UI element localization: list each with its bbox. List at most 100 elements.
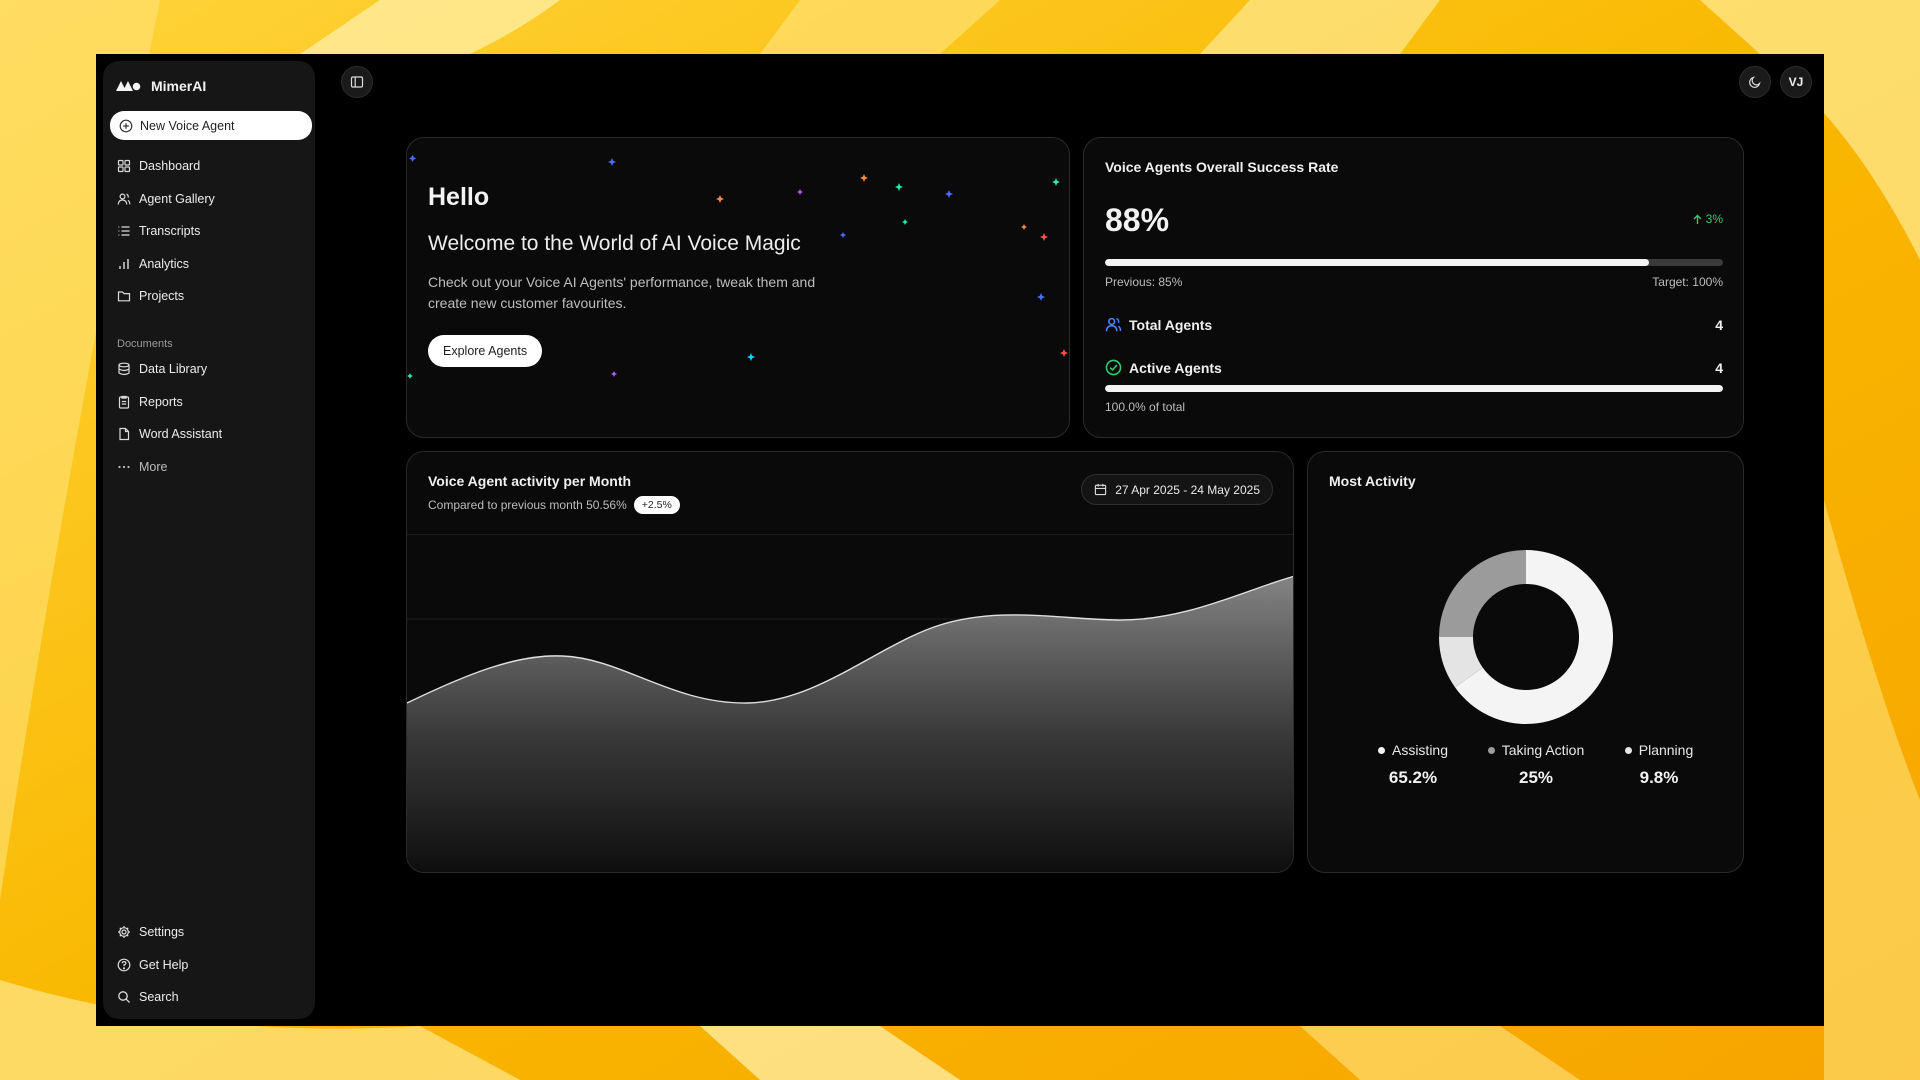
footer-nav: Settings Get Help Search — [111, 916, 311, 1014]
file-icon — [119, 428, 130, 441]
gear-icon — [118, 926, 130, 939]
legend-item-assisting: Assisting 65.2% — [1348, 742, 1478, 788]
sidebar-item-label: Settings — [139, 925, 185, 940]
active-agents-note: 100.0% of total — [1105, 400, 1186, 414]
documents-section-label: Documents — [117, 338, 173, 350]
help-icon — [117, 958, 131, 972]
legend-value: 25% — [1518, 768, 1554, 787]
activity-title: Voice Agent activity per Month — [428, 473, 632, 489]
users-icon — [117, 193, 131, 205]
activity-area — [407, 576, 1293, 872]
sidebar-item-label: Word Assistant — [139, 427, 223, 442]
sidebar-item-get-help[interactable]: Get Help — [111, 949, 311, 982]
total-agents-label: Total Agents — [1129, 316, 1213, 333]
success-rate-change: 3% — [1692, 212, 1723, 226]
most-activity-card: Most Activity Assisting 65.2% Taking Act… — [1307, 451, 1744, 873]
active-agents-progress-fill — [1105, 385, 1723, 392]
database-icon — [118, 362, 130, 376]
date-range-text: 27 Apr 2025 - 24 May 2025 — [1115, 482, 1260, 497]
success-rate-progress-fill — [1105, 259, 1649, 266]
sidebar-item-agent-gallery[interactable]: Agent Gallery — [111, 183, 311, 216]
hello-card: Hello Welcome to the World of AI Voice M… — [406, 137, 1070, 438]
success-rate-previous: Previous: 85% — [1105, 275, 1183, 289]
success-rate-card: Voice Agents Overall Success Rate 88% 3%… — [1083, 137, 1744, 438]
sidebar-item-reports[interactable]: Reports — [111, 386, 311, 419]
documents-nav: Data Library Reports Word Assistant More — [111, 353, 311, 483]
app-window: MimerAI New Voice Agent Dashboard Agent … — [96, 54, 1824, 1026]
sidebar-item-more[interactable]: More — [111, 451, 311, 484]
calendar-icon — [1095, 483, 1107, 496]
folder-icon — [117, 291, 131, 302]
sidebar-item-transcripts[interactable]: Transcripts — [111, 215, 311, 248]
clipboard-icon — [118, 395, 130, 409]
user-avatar[interactable]: VJ — [1780, 66, 1812, 98]
most-activity-title: Most Activity — [1329, 473, 1416, 489]
hello-description: Check out your Voice AI Agents' performa… — [428, 274, 816, 311]
sidebar-item-label: Analytics — [139, 256, 190, 271]
success-rate-change-value: 3% — [1705, 212, 1723, 226]
total-agents-row: Total Agents 4 — [1105, 316, 1723, 333]
success-rate-title: Voice Agents Overall Success Rate — [1105, 159, 1339, 175]
success-rate-value: 88% — [1105, 202, 1170, 238]
bar-chart-icon — [119, 258, 129, 269]
sidebar-item-word-assistant[interactable]: Word Assistant — [111, 418, 311, 451]
legend-value: 65.2% — [1388, 768, 1438, 787]
sidebar-toggle-button[interactable] — [341, 66, 373, 98]
check-circle-icon — [1105, 359, 1122, 376]
legend-item-taking-action: Taking Action 25% — [1471, 742, 1601, 788]
moon-icon — [1749, 76, 1761, 88]
sidebar-item-label: Get Help — [139, 957, 189, 972]
legend-dot — [1487, 746, 1495, 754]
sidebar-item-label: Reports — [139, 394, 183, 409]
total-agents-value: 4 — [1715, 316, 1723, 333]
active-agents-progress — [1105, 385, 1723, 392]
users-icon — [1105, 317, 1122, 332]
primary-nav: Dashboard Agent Gallery Transcripts Anal… — [111, 150, 311, 313]
legend-label: Taking Action — [1501, 742, 1585, 758]
sidebar-item-data-library[interactable]: Data Library — [111, 353, 311, 386]
active-agents-row: Active Agents 4 — [1105, 359, 1723, 376]
activity-comparison: Compared to previous month 50.56% +2.5% — [428, 496, 680, 514]
sidebar: MimerAI New Voice Agent Dashboard Agent … — [103, 61, 315, 1019]
arrow-up-icon — [1693, 214, 1702, 224]
activity-comparison-text: Compared to previous month 50.56% — [428, 498, 627, 512]
grid-icon — [117, 160, 131, 173]
hello-subtitle: Welcome to the World of AI Voice Magic — [428, 232, 801, 255]
active-agents-value: 4 — [1715, 359, 1723, 376]
activity-change-badge: +2.5% — [633, 496, 680, 514]
sidebar-item-label: Projects — [139, 289, 185, 304]
success-rate-progress — [1105, 259, 1723, 266]
panel-left-icon — [350, 76, 364, 88]
legend-label: Assisting — [1391, 742, 1449, 758]
new-voice-agent-label: New Voice Agent — [140, 118, 235, 133]
legend-label: Planning — [1638, 742, 1694, 758]
list-icon — [118, 226, 130, 236]
sidebar-item-projects[interactable]: Projects — [111, 280, 311, 313]
sidebar-item-label: Search — [139, 990, 179, 1005]
new-voice-agent-button[interactable]: New Voice Agent — [110, 111, 312, 140]
brand-name: MimerAI — [151, 78, 207, 94]
active-agents-label: Active Agents — [1129, 359, 1222, 376]
search-icon — [118, 991, 130, 1004]
sidebar-item-analytics[interactable]: Analytics — [111, 248, 311, 281]
legend-dot — [1624, 746, 1632, 754]
sidebar-item-search[interactable]: Search — [111, 981, 311, 1014]
sidebar-item-label: More — [139, 459, 168, 474]
sidebar-item-dashboard[interactable]: Dashboard — [111, 150, 311, 183]
brand[interactable]: MimerAI — [115, 73, 206, 99]
theme-toggle-button[interactable] — [1739, 66, 1771, 98]
plus-circle-icon — [119, 119, 133, 132]
donut-segment-taking-action — [1439, 550, 1526, 637]
date-range-picker[interactable]: 27 Apr 2025 - 24 May 2025 — [1081, 474, 1273, 505]
sidebar-item-label: Data Library — [139, 362, 208, 377]
activity-area-chart — [407, 534, 1293, 872]
logo-icon — [116, 81, 141, 91]
legend-item-planning: Planning 9.8% — [1594, 742, 1724, 788]
sidebar-item-label: Transcripts — [139, 224, 201, 239]
ellipsis-icon — [118, 465, 130, 468]
hello-title: Hello — [428, 183, 490, 211]
sidebar-item-settings[interactable]: Settings — [111, 916, 311, 949]
explore-agents-button[interactable]: Explore Agents — [428, 335, 543, 367]
success-rate-target: Target: 100% — [1652, 275, 1723, 289]
legend-value: 9.8% — [1639, 768, 1679, 787]
